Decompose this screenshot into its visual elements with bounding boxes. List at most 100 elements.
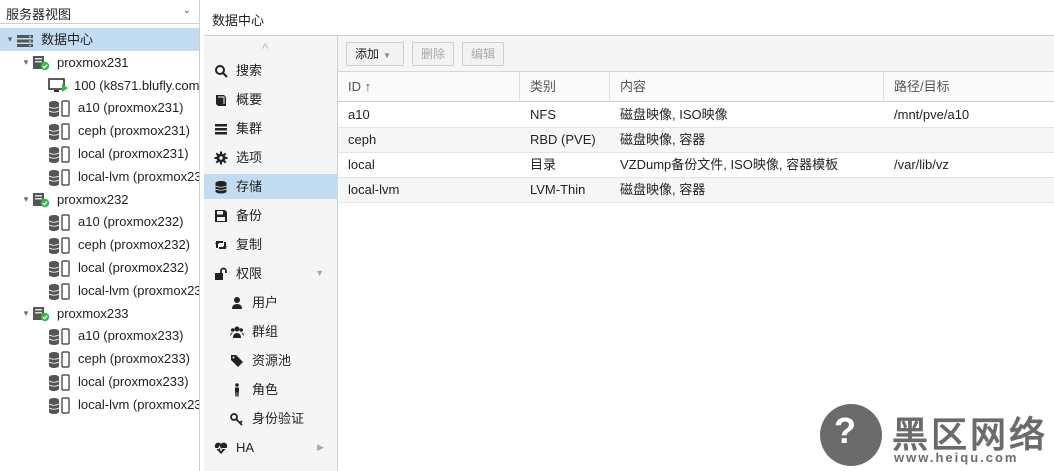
column-header-path[interactable]: 路径/目标 — [884, 72, 1054, 102]
tree-item-label: local-lvm (proxmox23 — [78, 168, 199, 184]
storage-icon — [48, 260, 72, 279]
tree-item-node[interactable]: ▾ proxmox232 — [0, 188, 199, 211]
nav-item-key[interactable]: 身份验证 — [204, 406, 338, 431]
tree-item-label: 100 (k8s71.blufly.com — [74, 77, 199, 93]
tree-item-label: ceph (proxmox233) — [78, 351, 190, 367]
tree-item-storage[interactable]: a10 (proxmox232) — [0, 210, 199, 233]
nav-item-floppy[interactable]: 备份 — [204, 203, 338, 228]
nav-item-users[interactable]: 群组 — [204, 319, 338, 344]
tree-item-label: ceph (proxmox232) — [78, 237, 190, 253]
tree-item-storage[interactable]: local-lvm (proxmox23 — [0, 279, 199, 302]
view-selector[interactable]: 服务器视图 ⌄ — [0, 0, 199, 24]
tree-item-storage[interactable]: ceph (proxmox233) — [0, 347, 199, 370]
floppy-icon — [215, 210, 227, 222]
cell-type: NFS — [530, 107, 556, 122]
user-icon — [232, 297, 242, 309]
nav-item-label: 存储 — [236, 179, 263, 194]
vm-icon — [48, 77, 70, 97]
column-header-id[interactable]: ID ↑ — [338, 72, 520, 102]
remove-button[interactable]: 删除 — [412, 42, 454, 66]
cell-id: local-lvm — [348, 182, 400, 197]
table-row[interactable]: local 目录 VZDump备份文件, ISO映像, 容器模板/var/lib/v… — [338, 153, 1054, 178]
nav-item-label: 概要 — [236, 92, 263, 107]
caret-down-icon: ▼ — [383, 51, 391, 60]
tree-item-storage[interactable]: ceph (proxmox231) — [0, 119, 199, 142]
tree-item-storage[interactable]: local-lvm (proxmox23 — [0, 393, 199, 416]
tree-item-storage[interactable]: local (proxmox231) — [0, 142, 199, 165]
tree-item-datacenter[interactable]: ▾ 数据中心 — [0, 28, 199, 51]
nav-item-label: 身份验证 — [252, 411, 305, 426]
storage-icon — [48, 214, 72, 233]
edit-button[interactable]: 编辑 — [462, 42, 504, 66]
cell-path: /var/lib/vz — [894, 157, 949, 172]
cell-content: 磁盘映像, ISO映像 — [620, 107, 728, 122]
nav-item-unlock[interactable]: 权限 ▼ — [204, 261, 338, 286]
table-row[interactable]: a10 NFS 磁盘映像, ISO映像/mnt/pve/a10 — [338, 103, 1054, 128]
tree-item-storage[interactable]: local (proxmox233) — [0, 370, 199, 393]
cell-id: a10 — [348, 107, 370, 122]
toolbar: 添加 ▼ 删除 编辑 — [338, 36, 1054, 72]
tree-item-node[interactable]: ▾ proxmox231 — [0, 51, 199, 74]
cell-path: /mnt/pve/a10 — [894, 107, 970, 122]
tree-item-label: proxmox233 — [57, 305, 129, 321]
nav-item-label: 复制 — [236, 237, 263, 252]
watermark: ? 黑区网络 www.heiqu.com — [820, 404, 1054, 471]
gear-icon — [214, 151, 228, 165]
nav-item-heartbeat[interactable]: HA ▶ — [204, 435, 338, 460]
cell-type: 目录 — [530, 157, 557, 172]
retweet-icon — [215, 241, 227, 249]
grid-header: ID ↑ 类别 内容 路径/目标 — [338, 72, 1054, 102]
table-row[interactable]: ceph RBD (PVE) 磁盘映像, 容器 — [338, 128, 1054, 153]
tree-item-node[interactable]: ▾ proxmox233 — [0, 302, 199, 325]
tree-item-storage[interactable]: local-lvm (proxmox23 — [0, 165, 199, 188]
storage-icon — [48, 237, 72, 256]
cell-content: VZDump备份文件, ISO映像, 容器模板 — [620, 157, 839, 172]
table-row[interactable]: local-lvm LVM-Thin 磁盘映像, 容器 — [338, 178, 1054, 203]
tree-item-storage[interactable]: a10 (proxmox231) — [0, 96, 199, 119]
nav-item-label: 选项 — [236, 150, 263, 165]
nav-item-label: 用户 — [252, 295, 279, 310]
cell-path — [884, 128, 1054, 152]
tree-item-label: proxmox232 — [57, 191, 129, 207]
cell-type: LVM-Thin — [530, 182, 586, 197]
nav-item-search[interactable]: 搜索 — [204, 58, 338, 83]
tree-item-label: a10 (proxmox232) — [78, 214, 184, 230]
nav-item-server[interactable]: 集群 — [204, 116, 338, 141]
expand-toggle-icon[interactable]: ▾ — [20, 188, 32, 211]
tree-item-storage[interactable]: a10 (proxmox233) — [0, 324, 199, 347]
column-header-type[interactable]: 类别 — [520, 72, 610, 102]
nav-item-label: 资源池 — [252, 353, 292, 368]
tree-item-storage[interactable]: local (proxmox232) — [0, 256, 199, 279]
caret-right-icon: ▶ — [317, 442, 324, 452]
cell-path — [884, 178, 1054, 202]
nav-item-database[interactable]: 存储 — [204, 174, 338, 199]
nav-item-tags[interactable]: 资源池 — [204, 348, 338, 373]
expand-toggle-icon[interactable]: ▾ — [4, 28, 16, 51]
storage-icon — [48, 283, 72, 302]
nav-item-book[interactable]: 概要 — [204, 87, 338, 112]
nav-item-male[interactable]: 角色 — [204, 377, 338, 402]
nav-item-gear[interactable]: 选项 — [204, 145, 338, 170]
nav-item-user[interactable]: 用户 — [204, 290, 338, 315]
tree-item-label: local-lvm (proxmox23 — [78, 282, 199, 298]
resource-tree: 服务器视图 ⌄ ▾ 数据中心 ▾ proxmox231 100 (k8s71.blufl… — [0, 0, 200, 471]
page-title: 数据中心 — [204, 0, 1054, 36]
datacenter-icon — [16, 32, 34, 51]
remove-button-label: 删除 — [421, 47, 446, 61]
nav-item-retweet[interactable]: 复制 — [204, 232, 338, 257]
tree-item-storage[interactable]: ceph (proxmox232) — [0, 233, 199, 256]
scroll-up-icon[interactable]: ^ — [262, 40, 269, 56]
cell-content: 磁盘映像, 容器 — [620, 132, 706, 147]
tree-item-label: a10 (proxmox233) — [78, 328, 184, 344]
tree-item-vm[interactable]: 100 (k8s71.blufly.com — [0, 74, 199, 97]
add-button[interactable]: 添加 ▼ — [346, 42, 404, 66]
heartbeat-icon — [214, 442, 228, 454]
tree-item-label: ceph (proxmox231) — [78, 123, 190, 139]
tree-item-label: local (proxmox233) — [78, 374, 189, 389]
storage-icon — [48, 374, 72, 393]
node-icon — [32, 306, 50, 325]
expand-toggle-icon[interactable]: ▾ — [20, 302, 32, 325]
expand-toggle-icon[interactable]: ▾ — [20, 51, 32, 74]
nav-item-label: HA — [236, 440, 255, 455]
column-header-content[interactable]: 内容 — [610, 72, 884, 102]
